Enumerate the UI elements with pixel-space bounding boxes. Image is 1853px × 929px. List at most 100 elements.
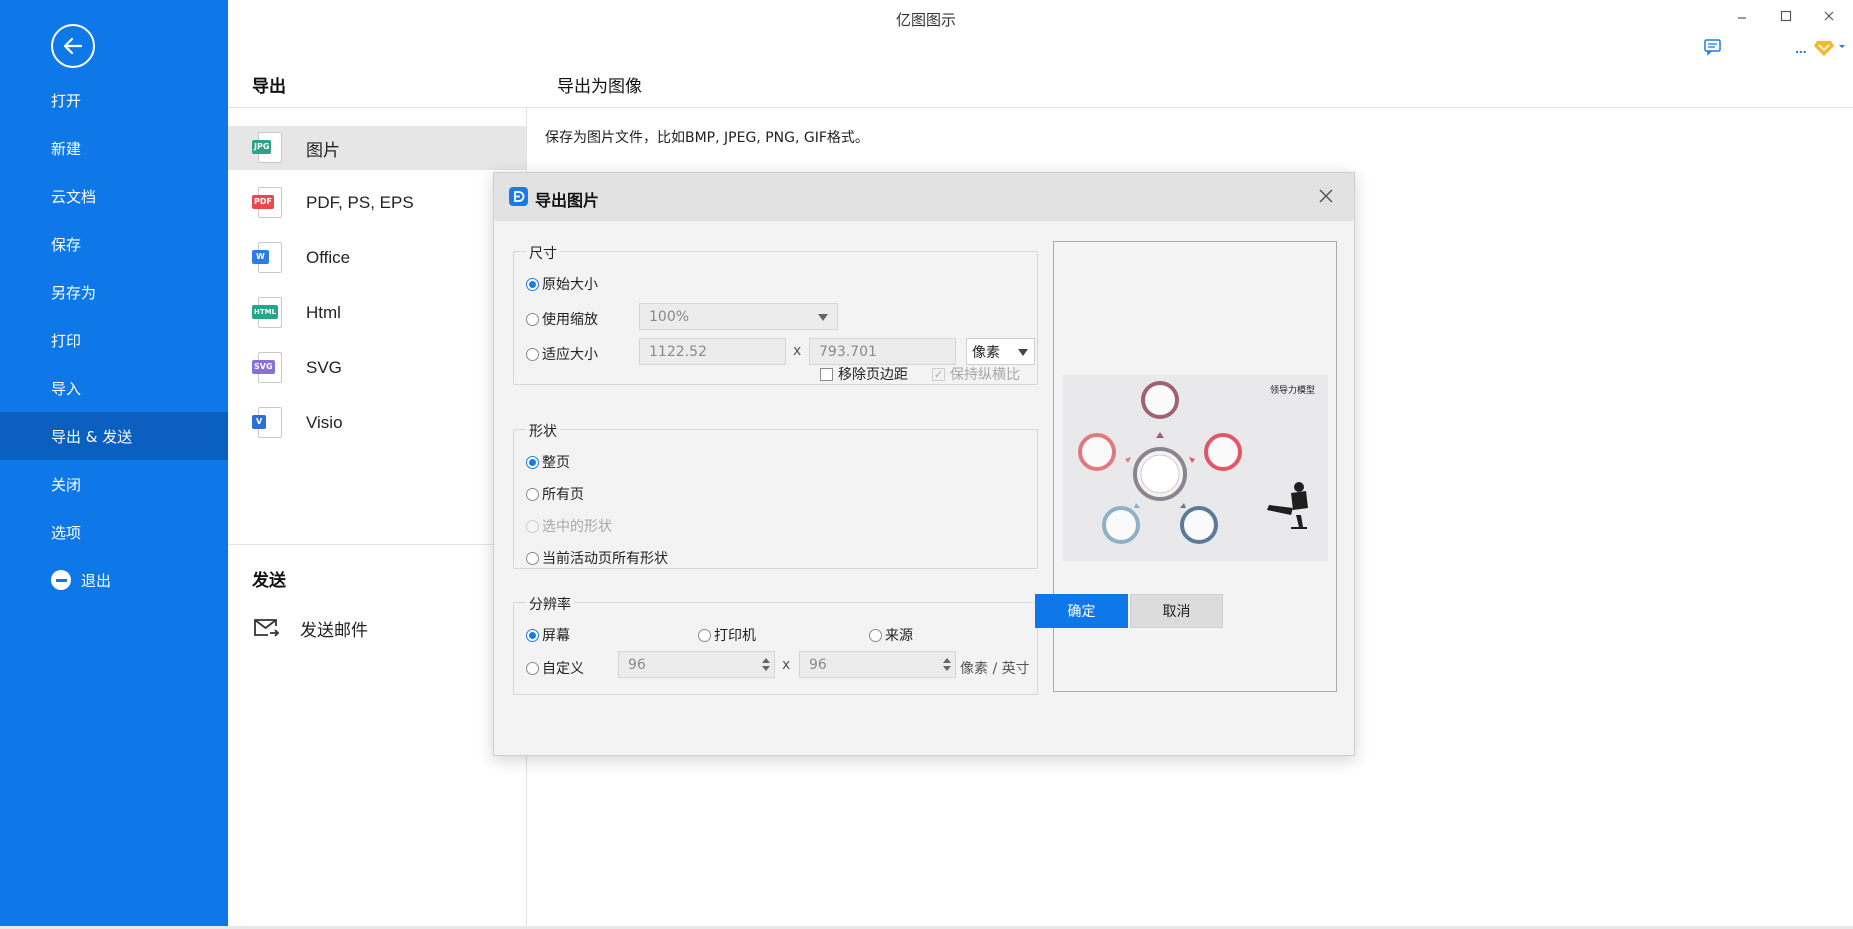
send-email-item[interactable]: 发送邮件 bbox=[252, 612, 368, 644]
word-file-icon: W bbox=[252, 241, 284, 275]
shape-option-whole-page[interactable]: 整页 bbox=[526, 452, 570, 472]
input-value: 793.701 bbox=[819, 343, 877, 360]
resolution-source-option[interactable]: 来源 bbox=[869, 625, 913, 645]
send-heading: 发送 bbox=[252, 571, 286, 591]
resolution-printer-option[interactable]: 打印机 bbox=[698, 625, 756, 645]
html-file-icon: HTML bbox=[252, 296, 284, 330]
maximize-button[interactable] bbox=[1770, 4, 1802, 28]
radio-button[interactable] bbox=[526, 628, 539, 642]
format-label: SVG bbox=[306, 358, 342, 377]
close-icon bbox=[1319, 189, 1333, 203]
dialog-title: 导出图片 bbox=[535, 191, 600, 210]
radio-button[interactable] bbox=[526, 347, 539, 361]
exit-icon bbox=[51, 570, 71, 590]
sidebar-item-exit[interactable]: 退出 bbox=[0, 556, 228, 604]
sidebar-item-import[interactable]: 导入 bbox=[0, 364, 228, 412]
spin-up-icon[interactable] bbox=[943, 658, 951, 663]
cancel-button[interactable]: 取消 bbox=[1130, 594, 1223, 628]
select-value: 像素 bbox=[972, 344, 1000, 361]
format-html[interactable]: HTML Html bbox=[228, 291, 526, 335]
size-original-option[interactable]: 原始大小 bbox=[526, 274, 598, 294]
resolution-custom-option[interactable]: 自定义 bbox=[526, 658, 584, 678]
size-scale-option[interactable]: 使用缩放 bbox=[526, 309, 598, 329]
format-office[interactable]: W Office bbox=[228, 236, 526, 280]
sidebar-item-open[interactable]: 打开 bbox=[0, 76, 228, 124]
sidebar-item-label: 导出 & 发送 bbox=[51, 427, 133, 446]
title-bar: 亿图图示 ... bbox=[228, 0, 1853, 56]
sidebar-item-export-send[interactable]: 导出 & 发送 bbox=[0, 412, 228, 460]
input-value: 96 bbox=[628, 656, 646, 673]
dialog-close-button[interactable] bbox=[1316, 186, 1336, 206]
spin-up-icon[interactable] bbox=[762, 658, 770, 663]
sidebar-item-label: 选项 bbox=[51, 523, 82, 542]
radio-button[interactable] bbox=[526, 312, 539, 326]
shape-option-current-page[interactable]: 当前活动页所有形状 bbox=[526, 548, 668, 568]
back-button[interactable] bbox=[51, 24, 95, 68]
radio-button[interactable] bbox=[526, 455, 539, 469]
dialog-header: 导出图片 bbox=[494, 173, 1354, 221]
sidebar-item-close[interactable]: 关闭 bbox=[0, 460, 228, 508]
sidebar-item-new[interactable]: 新建 bbox=[0, 124, 228, 172]
height-input[interactable]: 793.701 bbox=[809, 338, 956, 365]
app-title: 亿图图示 bbox=[895, 11, 956, 29]
sidebar-item-label: 云文档 bbox=[51, 187, 97, 206]
times-sign: x bbox=[793, 343, 802, 359]
sidebar-item-label: 打开 bbox=[51, 91, 82, 110]
radio-button[interactable] bbox=[526, 487, 539, 501]
dpi-x-stepper[interactable]: 96 bbox=[618, 651, 775, 678]
sidebar-item-save[interactable]: 保存 bbox=[0, 220, 228, 268]
more-button[interactable]: ... bbox=[1795, 40, 1807, 56]
preview-image: 领导力模型 bbox=[1063, 375, 1328, 561]
sidebar-item-options[interactable]: 选项 bbox=[0, 508, 228, 556]
keep-ratio-checkbox[interactable]: ✓ 保持纵横比 bbox=[932, 364, 1020, 384]
sidebar-item-save-as[interactable]: 另存为 bbox=[0, 268, 228, 316]
sidebar-item-label: 导入 bbox=[51, 379, 82, 398]
group-title: 分辨率 bbox=[526, 594, 574, 614]
radio-button[interactable] bbox=[526, 661, 539, 675]
option-label: 选中的形状 bbox=[542, 519, 612, 535]
format-image[interactable]: JPG 图片 bbox=[228, 126, 526, 170]
radio-button[interactable] bbox=[869, 628, 882, 642]
select-value: 100% bbox=[649, 308, 690, 325]
size-fit-option[interactable]: 适应大小 bbox=[526, 344, 598, 364]
checkbox[interactable]: ✓ bbox=[932, 367, 945, 381]
checkbox[interactable] bbox=[820, 367, 833, 381]
shape-option-selected: 选中的形状 bbox=[526, 516, 612, 536]
option-label: 保持纵横比 bbox=[950, 367, 1020, 383]
times-sign: x bbox=[782, 657, 791, 673]
unit-select[interactable]: 像素 bbox=[966, 338, 1035, 365]
sidebar-item-label: 打印 bbox=[51, 331, 82, 350]
dpi-y-stepper[interactable]: 96 bbox=[799, 651, 956, 678]
sidebar-item-label: 保存 bbox=[51, 235, 82, 254]
sidebar-item-label: 新建 bbox=[51, 139, 82, 158]
resolution-screen-option[interactable]: 屏幕 bbox=[526, 625, 570, 645]
shape-group: 形状 整页 所有页 选中的形状 当前活动页所有形状 bbox=[513, 421, 1038, 569]
option-label: 自定义 bbox=[542, 661, 584, 677]
radio-button[interactable] bbox=[526, 277, 539, 291]
send-email-label: 发送邮件 bbox=[300, 620, 368, 641]
option-label: 来源 bbox=[885, 628, 913, 644]
ok-button[interactable]: 确定 bbox=[1035, 594, 1128, 628]
spin-down-icon[interactable] bbox=[943, 666, 951, 671]
sidebar-item-print[interactable]: 打印 bbox=[0, 316, 228, 364]
format-svg[interactable]: SVG SVG bbox=[228, 346, 526, 390]
comment-button[interactable] bbox=[1703, 38, 1723, 61]
width-input[interactable]: 1122.52 bbox=[639, 338, 786, 365]
radio-button[interactable] bbox=[698, 628, 711, 642]
minimize-icon bbox=[1738, 17, 1746, 19]
vip-button[interactable] bbox=[1813, 36, 1847, 63]
shape-option-all-pages[interactable]: 所有页 bbox=[526, 484, 584, 504]
minimize-button[interactable] bbox=[1726, 4, 1758, 28]
option-label: 打印机 bbox=[714, 628, 756, 644]
resolution-group: 分辨率 屏幕 打印机 来源 自定义 96 x 96 像素 / 英寸 bbox=[513, 594, 1038, 695]
format-pdf[interactable]: PDF PDF, PS, EPS bbox=[228, 181, 526, 225]
radio-button[interactable] bbox=[526, 551, 539, 565]
close-window-button[interactable] bbox=[1813, 4, 1845, 28]
spin-down-icon[interactable] bbox=[762, 666, 770, 671]
scale-select[interactable]: 100% bbox=[639, 303, 838, 330]
remove-margin-checkbox[interactable]: 移除页边距 bbox=[820, 364, 908, 384]
format-visio[interactable]: V Visio bbox=[228, 401, 526, 445]
content-description: 保存为图片文件，比如BMP, JPEG, PNG, GIF格式。 bbox=[545, 130, 869, 146]
option-label: 屏幕 bbox=[542, 628, 570, 644]
sidebar-item-cloud[interactable]: 云文档 bbox=[0, 172, 228, 220]
